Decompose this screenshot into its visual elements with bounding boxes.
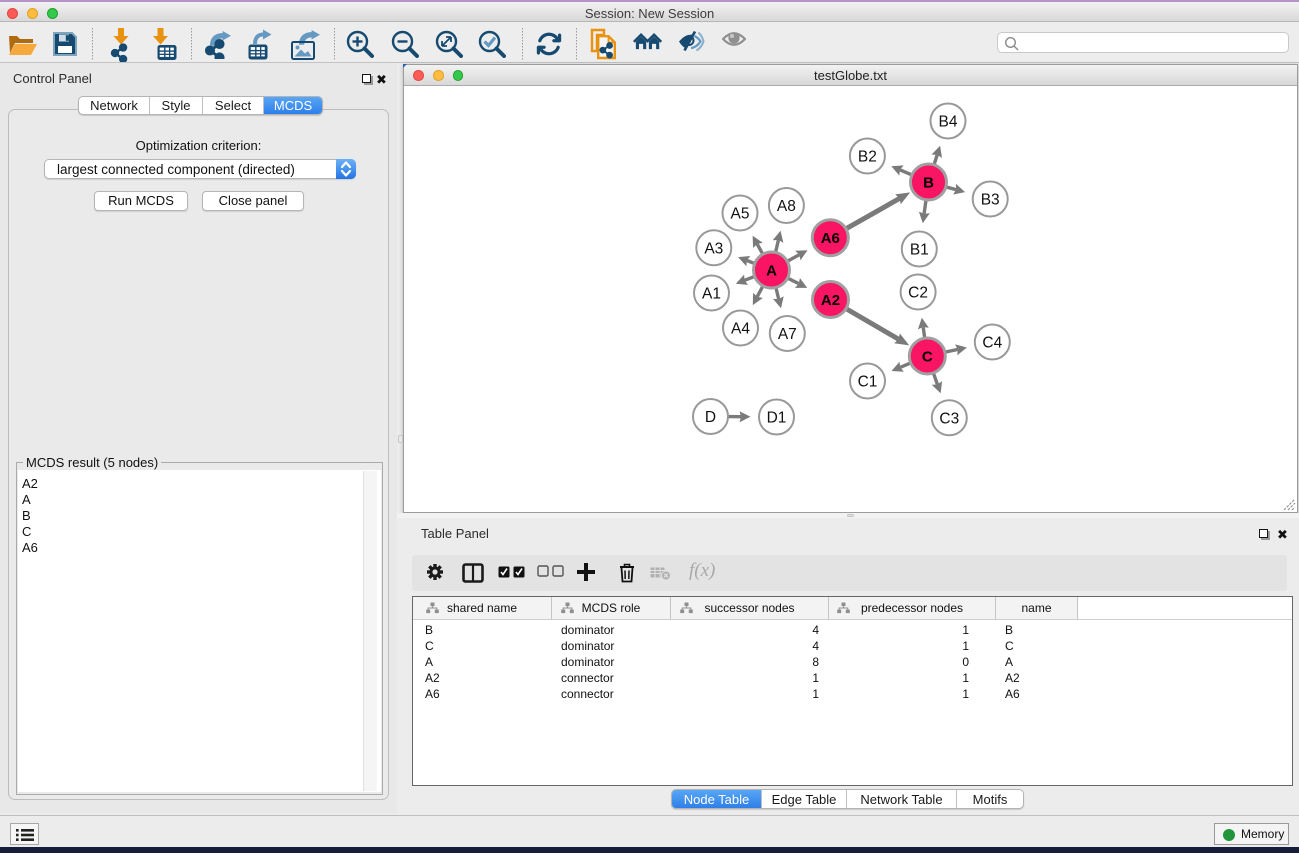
svg-text:A2: A2 [821,292,840,309]
svg-text:B: B [923,175,934,192]
svg-text:D: D [705,409,716,426]
svg-text:B2: B2 [858,149,877,166]
svg-text:C3: C3 [939,410,959,427]
svg-text:C4: C4 [982,335,1002,352]
svg-text:A3: A3 [704,240,723,257]
svg-text:A5: A5 [731,206,750,223]
svg-text:C2: C2 [908,285,928,302]
svg-text:B4: B4 [939,114,958,131]
svg-text:A: A [766,263,777,280]
svg-text:B1: B1 [910,242,929,259]
svg-text:C: C [922,349,933,366]
svg-text:A8: A8 [777,198,796,215]
svg-text:A6: A6 [821,230,840,247]
svg-text:D1: D1 [767,410,787,427]
svg-text:A1: A1 [702,286,721,303]
svg-text:A7: A7 [778,326,797,343]
svg-text:A4: A4 [731,321,750,338]
svg-text:C1: C1 [858,374,878,391]
svg-text:B3: B3 [981,192,1000,209]
